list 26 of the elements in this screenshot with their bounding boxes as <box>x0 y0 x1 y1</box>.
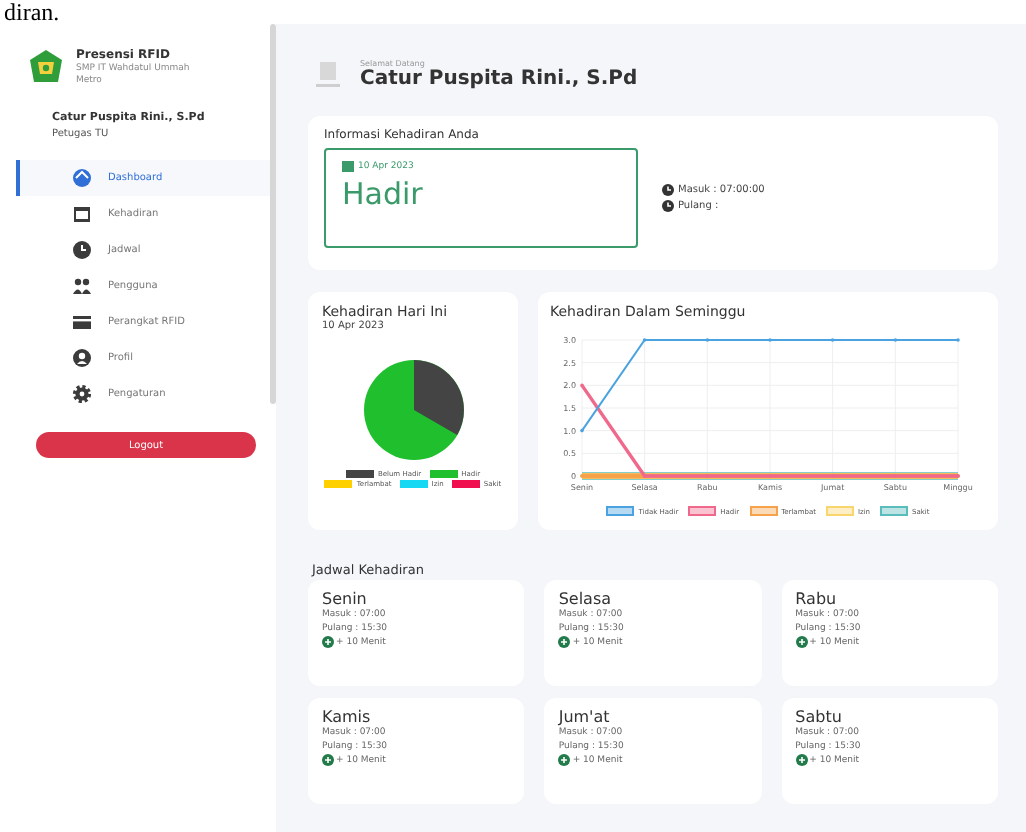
plus-icon <box>322 754 334 766</box>
clock-icon <box>72 240 92 260</box>
clock-icon <box>662 200 674 212</box>
clock-icon <box>662 184 674 196</box>
scrollbar[interactable] <box>270 24 276 404</box>
status-text: Hadir <box>342 176 425 212</box>
day-name: Kamis <box>322 708 373 726</box>
plus-icon <box>795 754 808 766</box>
day-name: Rabu <box>795 590 839 608</box>
user-icon <box>72 348 92 368</box>
plus-icon <box>322 636 334 648</box>
card-icon <box>72 312 92 332</box>
users-icon <box>72 276 92 296</box>
day-name: Selasa <box>558 590 614 608</box>
plus-icon <box>558 636 571 648</box>
day-name: Jum'at <box>558 708 612 726</box>
user-name: Catur Puspita Rini., S.Pd <box>360 68 638 90</box>
day-name: Senin <box>322 590 369 608</box>
pie-chart-drawing <box>359 356 467 464</box>
school-logo-icon <box>28 48 64 84</box>
plus-icon <box>558 754 571 766</box>
settings-icon <box>72 384 92 404</box>
day-name: Sabtu <box>795 708 844 726</box>
caption-fragment: diran. <box>4 0 60 24</box>
plus-icon <box>795 636 808 648</box>
avatar-icon <box>316 60 340 88</box>
